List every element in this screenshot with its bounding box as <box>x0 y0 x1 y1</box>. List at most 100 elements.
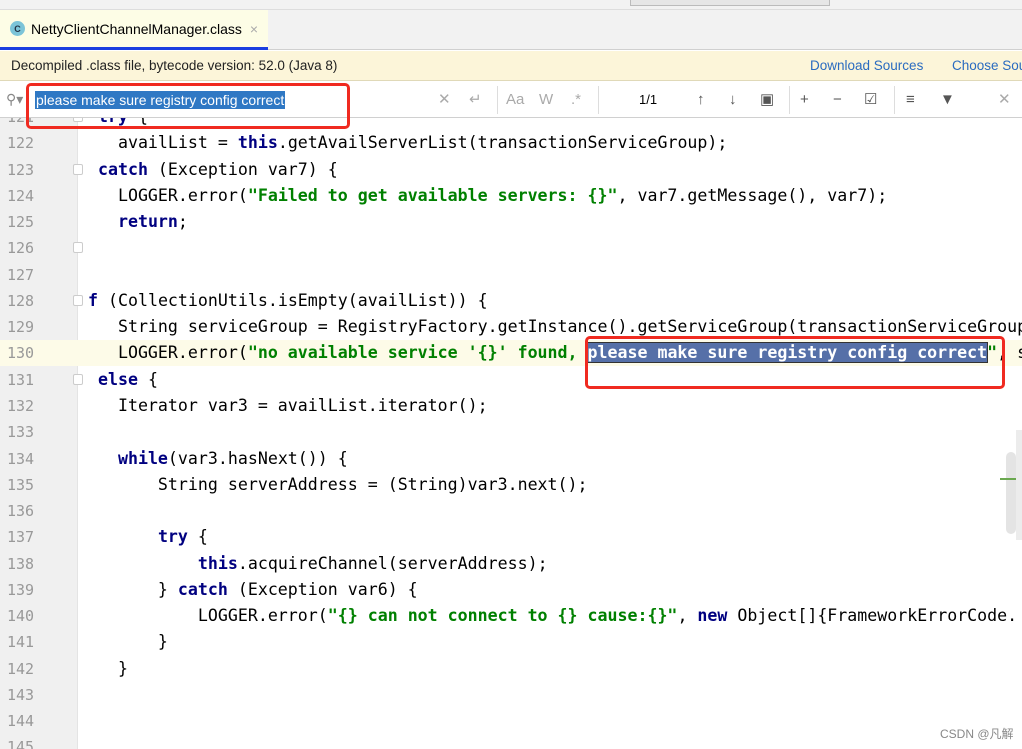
filter-lines-icon[interactable]: ≡ <box>906 91 915 109</box>
line-number[interactable]: 124 <box>0 183 78 209</box>
code-line[interactable]: 134 while(var3.hasNext()) { <box>0 446 1022 472</box>
previous-occurrence-icon[interactable]: ↑ <box>697 91 705 109</box>
code-line[interactable]: 142 } <box>0 656 1022 682</box>
line-number[interactable]: 131 <box>0 367 78 393</box>
line-number[interactable]: 135 <box>0 472 78 498</box>
close-find-icon[interactable]: ✕ <box>998 91 1011 109</box>
keyword-token: while <box>117 448 168 468</box>
line-number[interactable]: 127 <box>0 262 78 288</box>
code-line[interactable]: 133 <box>0 419 1022 445</box>
code-line[interactable]: 137 try { <box>0 524 1022 550</box>
keyword-token: catch <box>177 579 228 599</box>
clear-search-icon[interactable]: ✕ <box>438 91 451 109</box>
line-number[interactable]: 138 <box>0 551 78 577</box>
string-token: "no available service '{}' found, <box>247 343 588 363</box>
code-line[interactable]: 139 } catch (Exception var6) { <box>0 577 1022 603</box>
match-count: 1/1 <box>639 92 658 107</box>
select-all-occurrences-icon[interactable]: ▣ <box>760 91 774 109</box>
line-number[interactable]: 123 <box>0 157 78 183</box>
line-number[interactable]: 139 <box>0 577 78 603</box>
code-token: { <box>137 369 158 389</box>
line-number[interactable]: 134 <box>0 446 78 472</box>
string-token: "Failed to get available servers: {}" <box>247 185 618 205</box>
tab-label: NettyClientChannelManager.class <box>31 20 242 37</box>
code-token: , var7.getMessage(), var7); <box>617 185 888 205</box>
line-number[interactable]: 141 <box>0 629 78 655</box>
fold-marker-icon[interactable] <box>73 242 83 254</box>
code-line[interactable]: 141 } <box>0 629 1022 655</box>
vertical-scrollbar-track[interactable] <box>1016 430 1022 540</box>
next-occurrence-icon[interactable]: ↓ <box>729 91 737 109</box>
decompiled-banner: Decompiled .class file, bytecode version… <box>0 51 1022 81</box>
line-number[interactable]: 136 <box>0 498 78 524</box>
code-line[interactable]: 124 LOGGER.error("Failed to get availabl… <box>0 183 1022 209</box>
line-number[interactable]: 125 <box>0 209 78 235</box>
vertical-scrollbar-thumb[interactable] <box>1006 452 1016 534</box>
code-text: this.acquireChannel(serverAddress); <box>78 551 548 577</box>
keyword-token: this <box>197 553 238 573</box>
code-text: LOGGER.error("Failed to get available se… <box>78 183 887 209</box>
code-editor[interactable]: 121 try {122 availList = this.getAvailSe… <box>0 118 1022 749</box>
code-line[interactable]: 140 LOGGER.error("{} can not connect to … <box>0 603 1022 629</box>
code-text: LOGGER.error("{} can not connect to {} c… <box>78 603 1017 629</box>
divider <box>789 86 790 114</box>
line-number[interactable]: 142 <box>0 656 78 682</box>
words-toggle[interactable]: W <box>539 91 553 109</box>
search-icon[interactable]: ⚲▾ <box>6 91 23 108</box>
search-result-marker <box>1000 478 1016 480</box>
line-number[interactable]: 130 <box>0 340 78 367</box>
match-case-toggle[interactable]: Aa <box>506 91 524 109</box>
code-token: } <box>78 579 178 599</box>
code-line[interactable]: 122 availList = this.getAvailServerList(… <box>0 130 1022 156</box>
line-number[interactable]: 122 <box>0 130 78 156</box>
line-number[interactable]: 128 <box>0 288 78 314</box>
line-number[interactable]: 144 <box>0 708 78 734</box>
line-number[interactable]: 133 <box>0 419 78 445</box>
choose-sources-link[interactable]: Choose Sou <box>952 58 1022 73</box>
download-sources-link[interactable]: Download Sources <box>810 58 923 73</box>
line-number[interactable]: 137 <box>0 524 78 550</box>
code-line[interactable]: 138 this.acquireChannel(serverAddress); <box>0 551 1022 577</box>
code-line[interactable]: 123 catch (Exception var7) { <box>0 157 1022 183</box>
line-number[interactable]: 140 <box>0 603 78 629</box>
divider <box>598 86 599 114</box>
add-selection-icon[interactable]: + <box>800 91 809 109</box>
code-token: .getAvailServerList(transactionServiceGr… <box>277 133 728 153</box>
code-line[interactable]: 127 <box>0 262 1022 288</box>
code-line[interactable]: 145 <box>0 734 1022 749</box>
line-number[interactable]: 132 <box>0 393 78 419</box>
code-line[interactable]: 135 String serverAddress = (String)var3.… <box>0 472 1022 498</box>
select-all-checkbox-icon[interactable]: ☑ <box>864 91 877 109</box>
code-token: LOGGER.error( <box>78 343 248 363</box>
divider <box>894 86 895 114</box>
code-line[interactable]: 144 <box>0 708 1022 734</box>
line-number[interactable]: 145 <box>0 734 78 749</box>
remove-selection-icon[interactable]: − <box>833 91 842 109</box>
close-tab-icon[interactable]: × <box>250 21 258 37</box>
code-token: (CollectionUtils.isEmpty(availList)) { <box>98 290 488 310</box>
line-number[interactable]: 129 <box>0 314 78 340</box>
string-token: "{} can not connect to {} cause:{}" <box>327 606 678 626</box>
line-number[interactable]: 126 <box>0 235 78 261</box>
code-line[interactable]: 126 <box>0 235 1022 261</box>
code-token: LOGGER.error( <box>78 606 328 626</box>
code-line[interactable]: 132 Iterator var3 = availList.iterator()… <box>0 393 1022 419</box>
filter-icon[interactable]: ▼ <box>940 91 955 109</box>
main-toolbar <box>0 0 1022 10</box>
tab-netty-client-channel-manager[interactable]: C NettyClientChannelManager.class × <box>0 10 268 50</box>
code-line[interactable]: 136 <box>0 498 1022 524</box>
code-token: ; <box>177 212 188 232</box>
code-line[interactable]: 128 f (CollectionUtils.isEmpty(availList… <box>0 288 1022 314</box>
code-line[interactable]: 125 return; <box>0 209 1022 235</box>
new-line-icon[interactable]: ↵ <box>469 91 482 109</box>
code-text: catch (Exception var7) { <box>78 157 338 183</box>
regex-toggle[interactable]: .* <box>571 91 581 109</box>
run-config-selector[interactable] <box>630 0 830 6</box>
banner-message: Decompiled .class file, bytecode version… <box>11 58 338 73</box>
line-number[interactable]: 143 <box>0 682 78 708</box>
code-line[interactable]: 143 <box>0 682 1022 708</box>
code-text: Iterator var3 = availList.iterator(); <box>78 393 488 419</box>
editor-tab-bar: C NettyClientChannelManager.class × <box>0 10 1022 50</box>
